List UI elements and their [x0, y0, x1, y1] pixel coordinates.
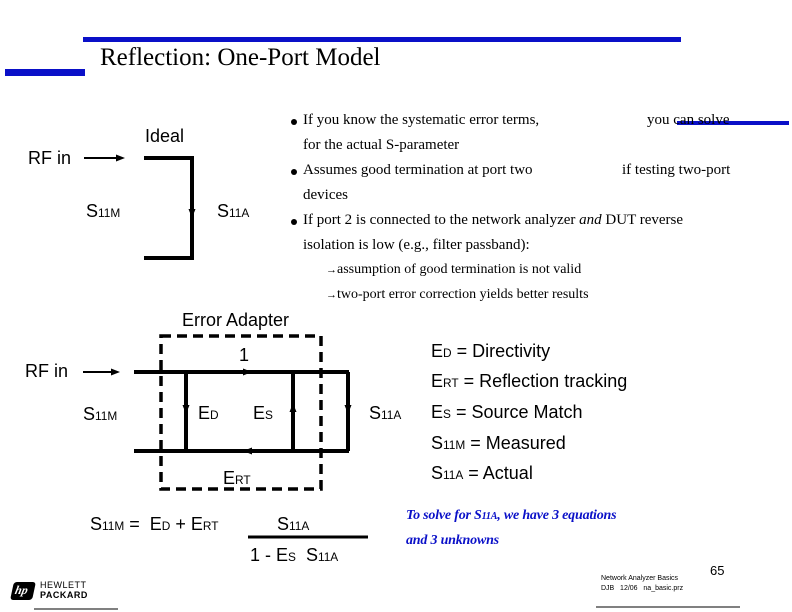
s11a-subscript: 11A	[229, 206, 250, 220]
legend-item: ED = Directivity	[431, 341, 550, 362]
hp-logo-line-2: PACKARD	[40, 590, 88, 600]
eq-ert-subscript: RT	[202, 519, 219, 533]
eq-den-es-subscript: S	[288, 550, 296, 564]
footer-course-title: Network Analyzer Basics	[601, 575, 679, 582]
hp-logo-line-1: HEWLETT	[40, 580, 87, 590]
adapter-rf-in-label: RF in	[25, 361, 69, 381]
reverse-arrow-head	[243, 447, 252, 455]
legend-description: = Reflection tracking	[458, 371, 628, 391]
eq-num-subscript: 11A	[289, 519, 310, 533]
s11m-base: S	[86, 201, 99, 221]
ideal-down-arrow-head	[188, 209, 196, 218]
eq-den-s-base: S	[305, 545, 318, 565]
s11m-base: S	[83, 404, 96, 424]
legend-term-base: E	[431, 371, 444, 391]
legend-term-subscript: S	[443, 407, 451, 421]
adapter-s11a-label: S11A	[369, 403, 401, 424]
legend-description: = Directivity	[451, 341, 551, 361]
ideal-reflection-path	[144, 156, 194, 260]
es-base: E	[253, 403, 266, 423]
legend-item: ERT = Reflection tracking	[431, 371, 627, 392]
eq-den-space	[296, 545, 306, 565]
legend-term-base: E	[431, 341, 444, 361]
legend-item: S11A = Actual	[431, 463, 533, 484]
ert-label: ERT	[223, 468, 251, 489]
legend-term-base: E	[431, 402, 444, 422]
eq-den-prefix: 1 -	[250, 545, 277, 565]
error-adapter-title: Error Adapter	[182, 310, 290, 330]
eq-equals: =	[124, 514, 150, 534]
legend-item: S11M = Measured	[431, 433, 566, 454]
legend-term-base: S	[431, 463, 444, 483]
es-up-arrow-head	[289, 403, 297, 412]
eq-ed-base: E	[149, 514, 162, 534]
forward-path-one-label: 1	[239, 345, 250, 365]
hp-logo: hp HEWLETT PACKARD	[10, 580, 102, 602]
ert-subscript: RT	[235, 473, 251, 487]
hp-logo-mark-text: hp	[13, 583, 30, 597]
legend-term-subscript: 11A	[443, 468, 464, 482]
note-text-b: , we have 3 equations	[497, 508, 617, 523]
equation-numerator: S11A	[277, 514, 309, 535]
footer-meta: DJB 12/06 na_basic.prz	[601, 585, 684, 592]
ed-label: ED	[198, 403, 219, 424]
legend-description: = Measured	[465, 433, 566, 453]
s11m-subscript: 11M	[95, 409, 118, 423]
eq-num-base: S	[277, 514, 290, 534]
ed-down-arrow-head	[182, 405, 190, 414]
s11a-base: S	[217, 201, 230, 221]
eq-plus: +	[170, 514, 191, 534]
s11m-subscript: 11M	[98, 206, 121, 220]
hp-logo-mark: hp	[10, 582, 36, 600]
s11a-base: S	[369, 403, 382, 423]
legend-term-subscript: RT	[443, 376, 459, 390]
ed-subscript: D	[210, 408, 219, 422]
s11a-down-arrow-head	[344, 405, 352, 414]
note-subscript: 11A	[481, 511, 498, 522]
eq-den-es-base: E	[276, 545, 289, 565]
eq-ert-base: E	[190, 514, 203, 534]
page-number: 65	[710, 563, 725, 578]
es-subscript: S	[265, 408, 273, 422]
es-label: ES	[253, 403, 273, 424]
legend-term-subscript: D	[443, 346, 452, 360]
forward-arrow-head	[243, 368, 252, 376]
eq-s-base: S	[90, 514, 103, 534]
s11a-subscript: 11A	[381, 408, 402, 422]
ed-base: E	[198, 403, 211, 423]
ideal-rf-in-label: RF in	[28, 148, 72, 168]
ideal-s11a-label: S11A	[217, 201, 249, 222]
equation-lhs: S11M = ED + ERT	[90, 514, 219, 535]
rf-in-arrow-head	[116, 154, 125, 162]
solve-note-line-1: To solve for S11A, we have 3 equations	[406, 508, 617, 524]
ert-base: E	[223, 468, 236, 488]
legend-term-subscript: 11M	[443, 438, 466, 452]
eq-den-s-subscript: 11A	[317, 550, 339, 564]
note-text-a: To solve for S	[406, 508, 482, 523]
legend-item: ES = Source Match	[431, 402, 583, 423]
legend-description: = Actual	[463, 463, 533, 483]
adapter-s11m-label: S11M	[83, 404, 117, 425]
solve-note-line-2: and 3 unknowns	[406, 533, 499, 548]
equation-denominator: 1 - ES S11A	[250, 545, 338, 566]
legend-description: = Source Match	[450, 402, 583, 422]
ideal-s11m-label: S11M	[86, 201, 120, 222]
ideal-title: Ideal	[145, 126, 185, 146]
rf-in-arrow-head	[111, 368, 120, 376]
legend-term-base: S	[431, 433, 444, 453]
eq-s-subscript: 11M	[102, 519, 125, 533]
